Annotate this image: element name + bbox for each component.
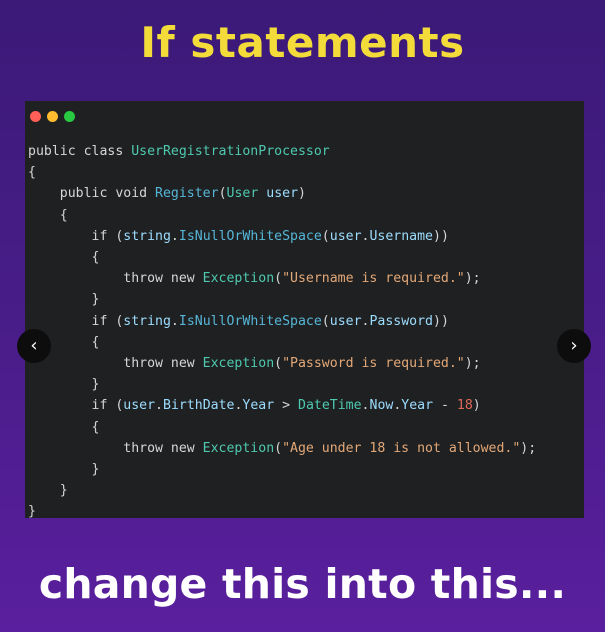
code-token: Register [155, 186, 219, 202]
code-token: Password [369, 313, 433, 329]
code-token: "Age under 18 is not allowed." [282, 440, 521, 456]
code-token: ) [472, 398, 481, 414]
code-line: if (string.IsNullOrWhiteSpace(user.Usern… [28, 226, 536, 247]
code-token: } [28, 377, 100, 393]
code-token: { [28, 207, 68, 223]
maximize-dot-icon[interactable] [64, 111, 75, 122]
code-token: Now [369, 398, 394, 414]
code-token: Username [369, 228, 433, 244]
code-line: if (user.BirthDate.Year > DateTime.Now.Y… [28, 395, 536, 416]
code-line: public void Register(User user) [28, 183, 536, 204]
code-token: string [123, 313, 171, 329]
chevron-left-icon: ‹ [30, 335, 38, 356]
code-token: } [28, 462, 100, 478]
code-token: ( [274, 271, 283, 287]
code-token: BirthDate [163, 398, 235, 414]
code-token: "Username is required." [282, 271, 465, 287]
code-token: if ( [28, 313, 124, 329]
code-token: . [361, 398, 370, 414]
code-token: DateTime [298, 398, 362, 414]
code-token: IsNullOrWhiteSpace [178, 228, 322, 244]
page-title: If statements [140, 18, 465, 67]
code-token: )) [433, 228, 449, 244]
code-token: Exception [202, 356, 275, 372]
code-token: user [266, 186, 299, 202]
code-token: "Password is required." [282, 356, 465, 372]
code-token: ); [520, 440, 537, 456]
code-token: ( [321, 313, 330, 329]
code-token: ( [321, 228, 330, 244]
code-line: { [28, 162, 536, 183]
next-slide-button[interactable]: › [557, 329, 591, 363]
code-token: Year [242, 398, 275, 414]
code-token: ); [464, 356, 481, 372]
code-token: - [433, 398, 457, 414]
code-token: . [155, 398, 163, 414]
code-token: user [329, 313, 362, 329]
code-token: ( [274, 440, 283, 456]
code-token: string [123, 228, 171, 244]
caption-text: change this into this... [38, 560, 567, 608]
code-token: { [28, 165, 36, 181]
chevron-right-icon: › [570, 335, 578, 356]
code-token: IsNullOrWhiteSpace [178, 313, 322, 329]
code-token: UserRegistrationProcessor [131, 144, 330, 159]
code-token: > [274, 398, 299, 414]
code-token: . [170, 228, 179, 244]
code-line: throw new Exception("Username is require… [28, 268, 536, 289]
code-line: } [28, 459, 536, 480]
code-token: public class [28, 144, 132, 159]
code-token: Exception [202, 440, 275, 456]
code-token: ( [218, 186, 227, 202]
code-token: . [170, 313, 179, 329]
code-line: } [28, 501, 536, 522]
code-token: public void [28, 186, 156, 202]
code-line: { [28, 417, 536, 438]
code-token: Exception [202, 271, 275, 287]
code-token: { [28, 250, 100, 266]
code-token: User [226, 186, 259, 202]
code-token: throw new [28, 440, 203, 456]
code-token: user [123, 398, 156, 414]
code-line: throw new Exception("Password is require… [28, 353, 536, 374]
code-token: } [28, 483, 68, 499]
code-token: Year [401, 398, 434, 414]
code-token: { [28, 419, 100, 435]
code-line: } [28, 480, 536, 501]
code-line: { [28, 247, 536, 268]
code-token: user [329, 228, 362, 244]
code-line: { [28, 205, 536, 226]
code-token: )) [433, 313, 449, 329]
code-block: public class UserRegistrationProcessor{ … [28, 141, 536, 523]
code-token: } [28, 292, 100, 308]
code-window: public class UserRegistrationProcessor{ … [25, 101, 584, 519]
code-token: ( [274, 356, 283, 372]
code-token: 18 [456, 398, 473, 414]
code-token: throw new [28, 271, 203, 287]
code-line: if (string.IsNullOrWhiteSpace(user.Passw… [28, 311, 536, 332]
code-token: ) [298, 186, 306, 202]
code-token: throw new [28, 356, 203, 372]
code-line: { [28, 332, 536, 353]
code-line: } [28, 374, 536, 395]
code-line: } [28, 289, 536, 310]
code-line: public class UserRegistrationProcessor [28, 141, 536, 162]
minimize-dot-icon[interactable] [47, 111, 58, 122]
close-dot-icon[interactable] [30, 111, 41, 122]
code-token: if ( [28, 228, 124, 244]
previous-slide-button[interactable]: ‹ [17, 329, 51, 363]
code-token: } [28, 504, 36, 520]
code-token: ); [464, 271, 481, 287]
code-token: if ( [28, 398, 124, 414]
window-controls [30, 111, 75, 122]
code-line: throw new Exception("Age under 18 is not… [28, 438, 536, 459]
